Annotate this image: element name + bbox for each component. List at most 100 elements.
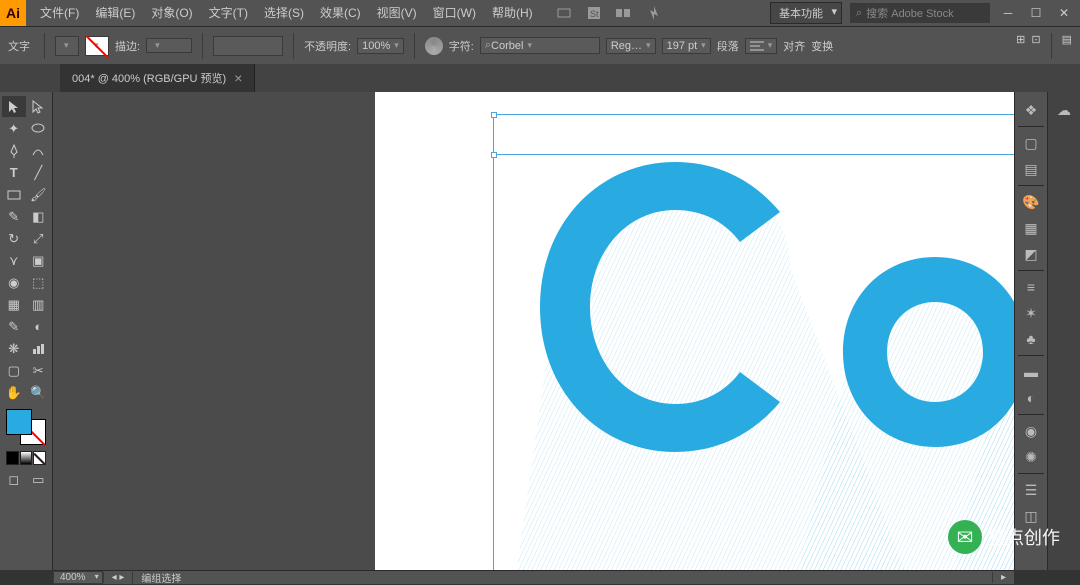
- screen-mode-icon[interactable]: ▭: [27, 469, 51, 490]
- paintbrush-tool[interactable]: 🖌: [27, 184, 51, 205]
- transparency-panel-icon[interactable]: ▬: [1017, 360, 1045, 384]
- menu-type[interactable]: 文字(T): [201, 0, 256, 26]
- workspace-switcher[interactable]: 基本功能: [770, 2, 842, 24]
- menu-view[interactable]: 视图(V): [369, 0, 425, 26]
- menu-file[interactable]: 文件(F): [32, 0, 87, 26]
- style-input[interactable]: [213, 36, 283, 56]
- selection-type: 文字: [8, 38, 34, 54]
- nav-segment[interactable]: ◂ ▸: [103, 572, 133, 583]
- menu-effect[interactable]: 效果(C): [312, 0, 369, 26]
- paragraph-label[interactable]: 段落: [717, 38, 739, 54]
- artboard-tool[interactable]: ▢: [2, 360, 26, 381]
- appearance-panel-icon[interactable]: ◉: [1017, 419, 1045, 443]
- gradient-panel-icon[interactable]: ◐: [1017, 386, 1045, 410]
- graphic-styles-panel-icon[interactable]: ✺: [1017, 445, 1045, 469]
- recolor-icon[interactable]: [425, 37, 443, 55]
- zoom-tool[interactable]: 🔍: [27, 382, 51, 403]
- stroke-panel-icon[interactable]: ≡: [1017, 275, 1045, 299]
- minimize-button[interactable]: ─: [998, 0, 1018, 26]
- fill-swatch[interactable]: [55, 36, 79, 56]
- watermark: ✉ 整点创作: [948, 520, 1060, 554]
- align-panel-icon[interactable]: ☰: [1017, 478, 1045, 502]
- menu-object[interactable]: 对象(O): [143, 0, 200, 26]
- align-link[interactable]: 对齐: [783, 38, 805, 54]
- canvas[interactable]: [53, 92, 1014, 570]
- isolate-icon[interactable]: ⊞: [1016, 33, 1025, 59]
- pen-tool[interactable]: [2, 140, 26, 161]
- opacity-value[interactable]: 100%: [357, 38, 404, 54]
- type-tool[interactable]: T: [2, 162, 26, 183]
- rectangle-tool[interactable]: [2, 184, 26, 205]
- document-tab[interactable]: 004* @ 400% (RGB/GPU 预览) ×: [60, 64, 255, 92]
- symbols-panel-icon[interactable]: ♣: [1017, 327, 1045, 351]
- draw-mode-icon[interactable]: ◻: [2, 469, 26, 490]
- hand-tool[interactable]: ✋: [2, 382, 26, 403]
- status-arrow[interactable]: ▸: [992, 572, 1014, 583]
- width-tool[interactable]: ⋎: [2, 250, 26, 271]
- none-mode-icon[interactable]: [33, 451, 46, 465]
- free-transform-tool[interactable]: ▣: [27, 250, 51, 271]
- panel-dock-right: ☁: [1047, 92, 1080, 570]
- document-tabs: 004* @ 400% (RGB/GPU 预览) ×: [0, 64, 1080, 92]
- zoom-level[interactable]: 400%: [53, 571, 103, 584]
- line-tool[interactable]: ╱: [27, 162, 51, 183]
- close-tab-icon[interactable]: ×: [234, 70, 242, 86]
- gradient-mode-icon[interactable]: [20, 451, 33, 465]
- stock-placeholder: 搜索 Adobe Stock: [866, 5, 953, 21]
- paragraph-align-icon[interactable]: [745, 38, 778, 54]
- guide-panel-icon[interactable]: ◩: [1017, 242, 1045, 266]
- arrange-icon[interactable]: [613, 2, 635, 24]
- eyedropper-tool[interactable]: ✎: [2, 316, 26, 337]
- font-size[interactable]: 197 pt: [662, 38, 711, 54]
- font-family[interactable]: ⌕ Corbel: [480, 37, 600, 54]
- fill-stroke-swatch[interactable]: [6, 409, 46, 445]
- color-panel-icon[interactable]: 🎨: [1017, 190, 1045, 214]
- close-button[interactable]: ✕: [1054, 0, 1074, 26]
- graph-tool[interactable]: [27, 338, 51, 359]
- font-style[interactable]: Reg…: [606, 38, 656, 54]
- symbol-sprayer-tool[interactable]: ❋: [2, 338, 26, 359]
- stock-icon[interactable]: St: [583, 2, 605, 24]
- menu-window[interactable]: 窗口(W): [425, 0, 484, 26]
- menu-select[interactable]: 选择(S): [256, 0, 312, 26]
- direct-selection-tool[interactable]: [27, 96, 51, 117]
- slice-tool[interactable]: ✂: [27, 360, 51, 381]
- menu-edit[interactable]: 编辑(E): [87, 0, 143, 26]
- perspective-tool[interactable]: ⬚: [27, 272, 51, 293]
- rotate-tool[interactable]: ↻: [2, 228, 26, 249]
- layers-panel-icon[interactable]: ❖: [1017, 98, 1045, 122]
- control-bar: 文字 描边: 不透明度: 100% 字符: ⌕ Corbel Reg… 197 …: [0, 26, 1080, 64]
- toolbox: ✦ T╱ 🖌 ✎◧ ↻⤢ ⋎▣ ◉⬚ ▦▥ ✎◐ ❋ ▢✂ ✋🔍 ◻▭: [0, 92, 53, 570]
- scale-tool[interactable]: ⤢: [27, 228, 51, 249]
- curvature-tool[interactable]: [27, 140, 51, 161]
- stroke-swatch[interactable]: [85, 36, 109, 56]
- swatches-panel-icon[interactable]: ▦: [1017, 216, 1045, 240]
- gradient-tool[interactable]: ▥: [27, 294, 51, 315]
- stroke-weight[interactable]: [146, 38, 192, 53]
- libraries-panel-icon[interactable]: ☁: [1050, 98, 1078, 122]
- blend-tool[interactable]: ◐: [27, 316, 51, 337]
- status-tool: 编组选择: [132, 570, 189, 585]
- search-icon: ⌕: [856, 7, 862, 20]
- menu-bar: Ai 文件(F) 编辑(E) 对象(O) 文字(T) 选择(S) 效果(C) 视…: [0, 0, 1080, 26]
- selection-tool[interactable]: [2, 96, 26, 117]
- color-mode-icon[interactable]: [6, 451, 19, 465]
- maximize-button[interactable]: ☐: [1026, 0, 1046, 26]
- eraser-tool[interactable]: ◧: [27, 206, 51, 227]
- edit-icon[interactable]: ⊡: [1031, 33, 1040, 59]
- mesh-tool[interactable]: ▦: [2, 294, 26, 315]
- brushes-panel-icon[interactable]: ✶: [1017, 301, 1045, 325]
- transform-link[interactable]: 变换: [811, 38, 833, 54]
- menu-help[interactable]: 帮助(H): [484, 0, 541, 26]
- gpu-icon[interactable]: [643, 2, 665, 24]
- shape-builder-tool[interactable]: ◉: [2, 272, 26, 293]
- stock-search[interactable]: ⌕ 搜索 Adobe Stock: [850, 3, 990, 23]
- magic-wand-tool[interactable]: ✦: [2, 118, 26, 139]
- lasso-tool[interactable]: [27, 118, 51, 139]
- opacity-label: 不透明度:: [304, 38, 351, 54]
- bridge-icon[interactable]: [553, 2, 575, 24]
- panel-flyout-icon[interactable]: ▤: [1062, 33, 1072, 59]
- artboards-panel-icon[interactable]: ▢: [1017, 131, 1045, 155]
- asset-panel-icon[interactable]: ▤: [1017, 157, 1045, 181]
- shaper-tool[interactable]: ✎: [2, 206, 26, 227]
